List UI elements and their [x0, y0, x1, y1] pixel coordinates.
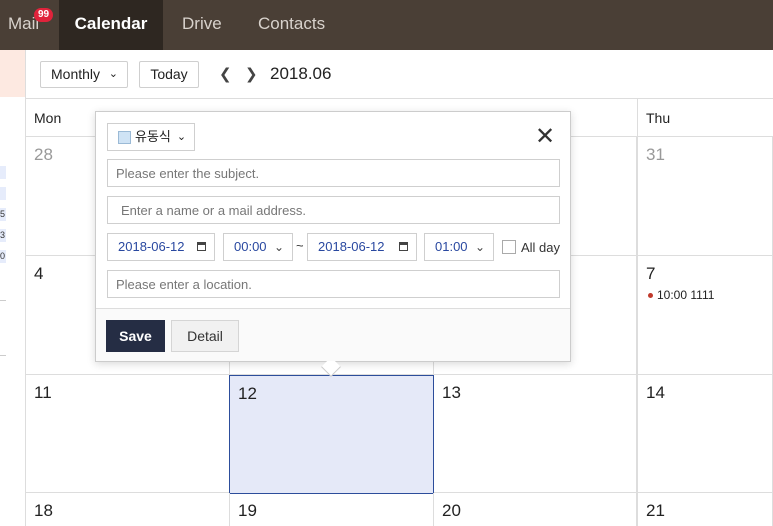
day-number: 11: [34, 383, 52, 402]
day-number: 19: [238, 501, 257, 520]
all-day-checkbox[interactable]: [502, 240, 516, 254]
day-cell[interactable]: 14: [637, 375, 773, 493]
calendar-toolbar: Monthly ⌄ Today ❮ ❯ 2018.06: [26, 50, 773, 99]
sidebar-divider: [0, 355, 6, 356]
view-select[interactable]: Monthly ⌄: [40, 61, 128, 88]
start-time-value: 00:00: [234, 239, 267, 254]
day-cell[interactable]: 19: [230, 493, 434, 526]
popup-footer: Save Detail: [96, 308, 570, 361]
calendar-event[interactable]: 10:00 1111: [648, 288, 714, 302]
calendar-icon: [197, 242, 206, 251]
range-separator: ~: [296, 238, 304, 253]
calendar-color-chip: [118, 130, 131, 144]
day-number: 7: [646, 264, 656, 283]
end-date-value: 2018-06-12: [318, 239, 385, 254]
day-cell[interactable]: 31: [637, 137, 773, 256]
day-cell[interactable]: 18: [26, 493, 230, 526]
sidebar-mini-item[interactable]: 3: [0, 229, 6, 242]
sidebar-mini-item[interactable]: 0: [0, 250, 6, 263]
start-date-value: 2018-06-12: [118, 239, 185, 254]
sidebar-highlight: [0, 50, 25, 97]
day-number: 13: [442, 383, 461, 402]
quick-event-popup: 유동식 ⌄ ✕ 2018-06-12 00:00 ⌄ ~ 2018-06-12 …: [95, 111, 571, 377]
all-day-label: All day: [521, 240, 561, 255]
sidebar-divider: [0, 300, 6, 301]
start-date-field[interactable]: 2018-06-12: [107, 233, 215, 261]
calendar-select[interactable]: 유동식 ⌄: [107, 123, 196, 151]
day-number: 12: [238, 384, 257, 403]
attendee-input[interactable]: [107, 196, 560, 224]
unread-badge: 99: [34, 8, 53, 22]
chevron-down-icon: ⌄: [474, 240, 485, 254]
chevron-down-icon: ⌄: [176, 131, 187, 143]
calendar-icon: [399, 242, 408, 251]
nav-mail[interactable]: Mail 99: [0, 0, 58, 50]
top-nav: Mail 99 Calendar Drive Contacts: [0, 0, 773, 50]
day-number: 31: [646, 145, 665, 164]
current-period: 2018.06: [270, 64, 332, 83]
day-cell[interactable]: 7 10:00 1111: [637, 256, 773, 375]
nav-drive[interactable]: Drive: [182, 0, 222, 50]
save-button[interactable]: Save: [106, 320, 165, 352]
day-cell[interactable]: 13: [434, 375, 637, 493]
day-cell[interactable]: 20: [434, 493, 637, 526]
day-number: 28: [34, 145, 53, 164]
day-cell[interactable]: 11: [26, 375, 230, 493]
end-date-field[interactable]: 2018-06-12: [307, 233, 417, 261]
day-number: 4: [34, 264, 44, 283]
chevron-down-icon: ⌄: [108, 68, 118, 80]
chevron-right-icon[interactable]: ❯: [245, 65, 258, 83]
event-dot: [648, 293, 653, 299]
detail-button[interactable]: Detail: [171, 320, 239, 352]
event-title: 1111: [690, 288, 715, 302]
day-number: 21: [646, 501, 665, 520]
day-number: 20: [442, 501, 461, 520]
chevron-left-icon[interactable]: ❮: [219, 65, 232, 83]
day-number: 18: [34, 501, 53, 520]
subject-input[interactable]: [107, 159, 560, 187]
chevron-down-icon: ⌄: [273, 240, 284, 254]
view-select-label: Monthly: [51, 66, 101, 82]
location-input[interactable]: [107, 270, 560, 298]
nav-contacts[interactable]: Contacts: [258, 0, 325, 50]
today-button[interactable]: Today: [139, 61, 199, 88]
day-cell[interactable]: 21: [637, 493, 773, 526]
sidebar-mini-item[interactable]: [0, 187, 6, 200]
sidebar: 5 3 0: [0, 50, 26, 526]
close-icon[interactable]: ✕: [535, 125, 555, 149]
day-header-thu: Thu: [637, 99, 773, 137]
start-time-select[interactable]: 00:00 ⌄: [223, 233, 293, 261]
day-cell-selected[interactable]: 12: [229, 375, 434, 494]
end-time-value: 01:00: [435, 239, 468, 254]
sidebar-mini-item[interactable]: 5: [0, 208, 6, 221]
end-time-select[interactable]: 01:00 ⌄: [424, 233, 494, 261]
day-number: 14: [646, 383, 665, 402]
calendar-select-label: 유동식: [135, 129, 171, 144]
event-time: 10:00: [657, 288, 688, 302]
nav-calendar[interactable]: Calendar: [59, 0, 163, 50]
sidebar-mini-item[interactable]: [0, 166, 6, 179]
